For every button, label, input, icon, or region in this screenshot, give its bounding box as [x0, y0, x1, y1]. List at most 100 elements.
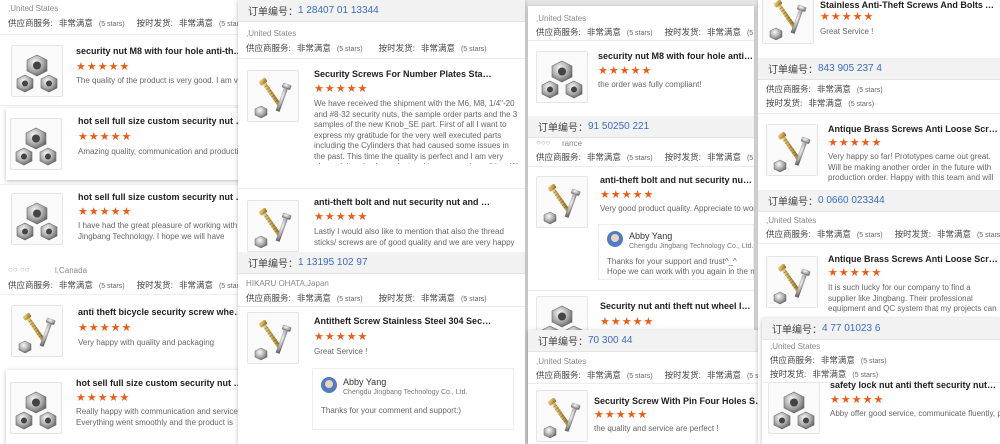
shipping-rating-line: 按时发货: 非常满意 (5 stars): [770, 369, 879, 379]
product-title[interactable]: Antitheft Screw Stainless Steel 304 Secu…: [314, 316, 494, 326]
review-text: It is such lucky for our company to find…: [828, 283, 997, 315]
rating-stars: ★★★★★: [314, 83, 369, 95]
avatar: [321, 377, 337, 393]
product-thumbnail[interactable]: [768, 382, 820, 434]
review-text: the quality and service are perfect !: [594, 424, 719, 433]
product-title[interactable]: anti-theft bolt and nut security nut and…: [314, 197, 494, 207]
review-item[interactable]: hot sell full size custom security nut M…: [6, 370, 245, 444]
product-title[interactable]: security nut M8 with four hole anti-thef…: [598, 51, 754, 61]
review-item[interactable]: hot sell full size custom security nut M…: [0, 184, 245, 258]
divider: [528, 290, 754, 291]
product-title[interactable]: hot sell full size custom security nut M…: [78, 116, 245, 126]
product-title[interactable]: Antique Brass Screws Anti Loose Screw Al…: [828, 124, 1000, 134]
product-title[interactable]: security nut M8 with four hole anti-thef…: [76, 46, 245, 56]
order-number[interactable]: 0 0660 023344: [818, 195, 885, 206]
review-text: I have had the great pleasure of working…: [78, 221, 239, 243]
product-title[interactable]: Security Screws For Number Plates Stainl…: [314, 69, 494, 79]
product-thumbnail[interactable]: [766, 124, 818, 176]
rating-stars: ★★★★★: [78, 206, 133, 218]
product-thumbnail[interactable]: [11, 305, 63, 357]
review-column-2: 订单编号： 1 28407 01 13344 ,United States 供应商…: [238, 0, 525, 444]
product-title[interactable]: Security Screw With Pin Four Holes Safet…: [594, 396, 766, 406]
service-rating-line: 供应商服务:非常满意(5 stars) 按时发货:非常满意(5 stars): [8, 18, 245, 28]
product-title[interactable]: Security nut anti theft nut wheel lock n…: [600, 301, 754, 311]
rating-stars: ★★★★★: [828, 137, 883, 149]
order-header: 订单编号： 0 0660 023344: [758, 190, 1000, 212]
review-item[interactable]: security nut M8 with four hole anti-thef…: [0, 34, 245, 106]
order-number[interactable]: 91 50250 221: [588, 121, 649, 132]
reply-company: Chengdu Jingbang Technology Co., Ltd.: [343, 389, 468, 396]
product-thumbnail[interactable]: [11, 45, 63, 97]
product-title[interactable]: hot sell full size custom security nut M…: [78, 192, 245, 202]
reviewer-location: ,United States: [770, 342, 821, 351]
order-header: 订单编号： 1 13195 102 97: [238, 252, 525, 274]
review-text: Abby offer good service, communicate flu…: [830, 409, 1000, 418]
product-thumbnail[interactable]: [247, 312, 299, 364]
product-thumbnail[interactable]: [247, 200, 299, 252]
product-title[interactable]: hot sell full size custom security nut M…: [76, 378, 245, 388]
product-thumbnail[interactable]: [10, 382, 62, 434]
product-thumbnail[interactable]: [247, 70, 299, 122]
service-rating-line: 供应商服务:非常满意(5 stars) 按时发货:非常满意(5 stars): [766, 229, 1000, 239]
product-thumbnail[interactable]: [536, 51, 588, 103]
reply-company: Chengdu Jingbang Technology Co., Ltd.: [629, 243, 754, 250]
divider: [528, 166, 754, 167]
shipping-rating-line: 按时发货: 非常满意 (5 stars): [766, 98, 875, 108]
rating-stars: ★★★★★: [78, 131, 133, 143]
reply-text: Thanks for your comment and support:): [321, 406, 462, 415]
order-header: 订单编号： 4 77 01023 6: [762, 318, 1000, 340]
rating-stars: ★★★★★: [78, 322, 133, 334]
rating-stars: ★★★★★: [594, 409, 649, 421]
order-header: 订单编号： 1 28407 01 13344: [238, 0, 525, 22]
product-thumbnail[interactable]: [766, 256, 818, 308]
service-rating-line: 供应商服务:非常满意(5 stars) 按时发货:非常满意(5 stars): [8, 280, 245, 290]
reviewer-location: ,United States: [536, 14, 587, 23]
product-title[interactable]: safety lock nut anti theft security nuts…: [830, 380, 1000, 390]
avatar: [607, 231, 623, 247]
product-title[interactable]: anti theft bicycle security screw wheel …: [78, 307, 245, 317]
masked-name: ○○○: [536, 138, 551, 147]
reviewer-location: ,United States: [8, 4, 59, 13]
rating-stars: ★★★★★: [314, 331, 369, 343]
product-thumbnail[interactable]: [10, 118, 62, 170]
review-card: 订单编号： 70 300 44 ,United States 供应商服务: 非常满意…: [528, 330, 766, 444]
supplier-reply: Abby Yang Chengdu Jingbang Technology Co…: [598, 224, 754, 280]
reply-author: Abby Yang: [629, 231, 673, 241]
reviewer-location: l.Canada: [55, 266, 88, 275]
product-thumbnail[interactable]: [536, 176, 588, 228]
order-number[interactable]: 1 28407 01 13344: [298, 5, 379, 16]
review-text: Great Service !: [314, 347, 368, 356]
divider: [758, 113, 1000, 114]
order-header: 订单编号： 91 50250 221: [528, 116, 754, 138]
supplier-reply: Abby Yang Chengdu Jingbang Technology Co…: [312, 368, 514, 430]
review-item[interactable]: hot sell full size custom security nut M…: [6, 108, 245, 180]
order-header: 订单编号： 843 905 237 4: [758, 58, 1000, 80]
reply-text: Thanks for your support and trust^_^: [607, 257, 737, 266]
order-number[interactable]: 70 300 44: [588, 335, 633, 346]
product-title[interactable]: Antique Brass Screws Anti Loose Screw Al…: [828, 254, 1000, 264]
product-thumbnail[interactable]: [11, 193, 63, 245]
product-title[interactable]: Stainless Anti-Theft Screws And Bolts An…: [820, 0, 1000, 10]
service-rating-line: 供应商服务:非常满意(5 stars) 按时发货:非常满意(5 stars): [536, 152, 754, 162]
review-text: Very good product quality. Appreciate to…: [600, 204, 754, 213]
review-text: Very happy with quality and packaging: [78, 338, 215, 347]
rating-stars: ★★★★★: [600, 316, 655, 328]
service-rating-line: 供应商服务:非常满意(5 stars) 按时发货:非常满意(5 stars): [536, 27, 754, 37]
order-header: 订单编号： 70 300 44: [528, 330, 766, 352]
review-card: 订单编号： 4 77 01023 6 ,United States 供应商服务: 非…: [762, 318, 1000, 444]
service-rating-line: 供应商服务: 非常满意 (5 stars): [770, 355, 887, 365]
order-number[interactable]: 843 905 237 4: [818, 63, 882, 74]
rating-stars: ★★★★★: [828, 267, 883, 279]
order-number[interactable]: 1 13195 102 97: [298, 257, 368, 268]
product-title[interactable]: anti-theft bolt and nut security nut and…: [600, 175, 754, 185]
review-text: Great Service !: [820, 27, 874, 36]
product-thumbnail[interactable]: [536, 390, 588, 442]
reviewer-location: rance: [562, 139, 583, 148]
rating-stars: ★★★★★: [820, 11, 875, 23]
order-number[interactable]: 4 77 01023 6: [822, 323, 880, 334]
review-item[interactable]: anti theft bicycle security screw wheel …: [0, 294, 245, 366]
product-thumbnail[interactable]: [762, 0, 814, 44]
masked-name: ○○ ○○: [8, 265, 30, 274]
rating-stars: ★★★★★: [76, 61, 131, 73]
review-text: Really happy with communication and serv…: [76, 407, 241, 429]
